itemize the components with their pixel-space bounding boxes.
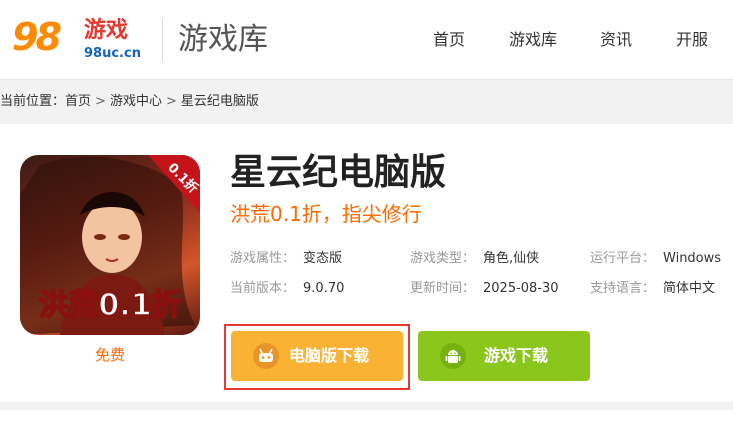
attr-value: 9.0.70	[303, 281, 345, 296]
attr-key: 游戏属性：	[230, 251, 296, 266]
attr-value: Windows	[663, 251, 722, 266]
game-download-button[interactable]: 游戏下载	[418, 331, 590, 381]
attr-game-type: 游戏类型： 角色,仙侠	[410, 250, 539, 268]
breadcrumb: 当前位置：首页 > 游戏中心 > 星云纪电脑版	[0, 93, 259, 111]
game-slogan: 洪荒0.1折，指尖修行	[230, 202, 422, 226]
pc-download-button[interactable]: 电脑版下载	[231, 331, 403, 381]
game-title: 星云纪电脑版	[230, 152, 447, 193]
breadcrumb-prefix: 当前位置：	[0, 94, 66, 109]
gamepad-robot-icon	[253, 343, 279, 369]
attr-value: 简体中文	[663, 281, 716, 296]
attr-value: 角色,仙侠	[483, 251, 540, 266]
site-header: 98 游戏 98uc.cn 游戏库 首页 游戏库 资讯 开服	[0, 0, 733, 80]
game-download-label: 游戏下载	[484, 346, 549, 365]
attr-key: 更新时间：	[410, 281, 476, 296]
attr-value: 变态版	[303, 251, 343, 266]
logo-number: 98	[12, 15, 62, 59]
attr-key: 当前版本：	[230, 281, 296, 296]
attr-platform: 运行平台： Windows	[590, 250, 721, 268]
price-label: 免费	[94, 346, 125, 364]
attr-update-time: 更新时间： 2025-08-30	[410, 280, 559, 298]
breadcrumb-game-center[interactable]: 游戏中心	[110, 94, 162, 109]
nav-news[interactable]: 资讯	[600, 30, 632, 50]
nav-server-open[interactable]: 开服	[676, 30, 708, 50]
attr-key: 支持语言：	[590, 281, 656, 296]
next-section-card	[0, 410, 733, 441]
nav-game-library[interactable]: 游戏库	[509, 30, 557, 50]
attr-value: 2025-08-30	[483, 281, 559, 296]
breadcrumb-separator: >	[95, 94, 106, 109]
cover-banner-text: 洪荒0.1折	[38, 288, 181, 323]
android-icon	[440, 343, 466, 369]
breadcrumb-home[interactable]: 首页	[65, 94, 91, 109]
pc-download-label: 电脑版下载	[289, 346, 370, 365]
attr-version: 当前版本： 9.0.70	[230, 280, 344, 298]
attr-language: 支持语言： 简体中文	[590, 280, 715, 298]
breadcrumb-separator: >	[165, 94, 177, 109]
breadcrumb-current[interactable]: 星云纪电脑版	[181, 94, 259, 109]
site-section-title: 游戏库	[178, 22, 268, 57]
attr-key: 游戏类型：	[410, 251, 476, 266]
nav-home[interactable]: 首页	[433, 30, 465, 50]
attr-key: 运行平台：	[590, 251, 656, 266]
attr-game-property: 游戏属性： 变态版	[230, 250, 342, 268]
logo-domain: 98uc.cn	[84, 46, 141, 61]
site-logo[interactable]: 98 游戏 98uc.cn	[12, 10, 152, 70]
logo-name: 游戏	[84, 18, 129, 43]
header-divider	[162, 18, 163, 62]
cover-artwork: 0.1折 洪荒0.1折	[20, 155, 200, 335]
game-cover-image: 0.1折 洪荒0.1折	[20, 155, 200, 335]
